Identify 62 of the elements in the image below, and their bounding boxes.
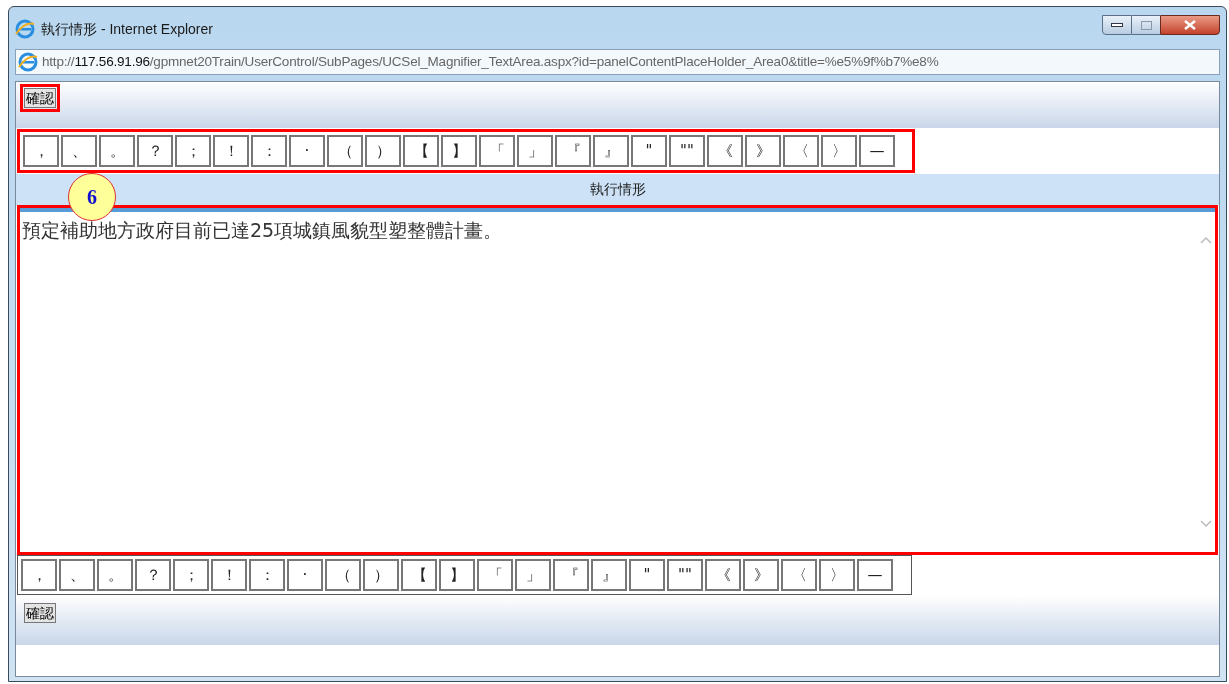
key-button[interactable]: 〉 — [819, 559, 855, 591]
key-button[interactable]: 《 — [705, 559, 741, 591]
key-button[interactable]: ！ — [211, 559, 247, 591]
minimize-icon — [1111, 23, 1123, 27]
key-button[interactable]: （ — [327, 135, 363, 167]
key-button[interactable]: 《 — [707, 135, 743, 167]
key-button[interactable]: （ — [325, 559, 361, 591]
key-button[interactable]: ！ — [213, 135, 249, 167]
key-button[interactable]: 「 — [477, 559, 513, 591]
key-button[interactable]: ？ — [137, 135, 173, 167]
key-button[interactable]: ； — [175, 135, 211, 167]
text-area[interactable]: 預定補助地方政府目前已達25項城鎮風貌型塑整體計畫。 — [17, 205, 1218, 555]
key-button[interactable]: 、 — [59, 559, 95, 591]
key-button[interactable]: 〈 — [783, 135, 819, 167]
key-button[interactable]: ） — [363, 559, 399, 591]
key-button[interactable]: · — [287, 559, 323, 591]
key-button[interactable]: 』 — [591, 559, 627, 591]
key-button[interactable]: ） — [365, 135, 401, 167]
key-button[interactable]: 〉 — [821, 135, 857, 167]
key-button[interactable]: 「 — [479, 135, 515, 167]
confirm-button[interactable]: 確認 — [24, 603, 56, 623]
maximize-icon — [1140, 20, 1152, 30]
key-button[interactable]: 』 — [593, 135, 629, 167]
key-button[interactable]: "" — [669, 135, 705, 167]
key-button[interactable]: "" — [667, 559, 703, 591]
key-button[interactable]: " — [631, 135, 667, 167]
key-button[interactable]: 『 — [555, 135, 591, 167]
key-button[interactable]: 〈 — [781, 559, 817, 591]
address-bar[interactable]: http://117.56.91.96/gpmnet20Train/UserControl/SubPages/UCSel_Magnifier_TextArea.aspx?id=panelContentPlaceHolder_Area0&title=%e5%9f%b7%e8% — [15, 49, 1220, 75]
key-button[interactable]: 》 — [745, 135, 781, 167]
key-button[interactable]: 。 — [97, 559, 133, 591]
close-icon — [1184, 20, 1196, 30]
window-title: 執行情形 - Internet Explorer — [41, 19, 213, 39]
text-value: 預定補助地方政府目前已達25項城鎮風貌型塑整體計畫。 — [22, 219, 503, 241]
key-button[interactable]: 」 — [517, 135, 553, 167]
key-button[interactable]: · — [289, 135, 325, 167]
browser-logo-icon — [18, 52, 38, 72]
key-button[interactable]: ， — [21, 559, 57, 591]
key-button[interactable]: ： — [249, 559, 285, 591]
key-button[interactable]: 、 — [61, 135, 97, 167]
minimize-button[interactable] — [1102, 15, 1132, 35]
key-button[interactable]: 。 — [99, 135, 135, 167]
key-button[interactable]: 【 — [403, 135, 439, 167]
key-button[interactable]: ， — [23, 135, 59, 167]
key-button[interactable]: 】 — [439, 559, 475, 591]
maximize-button[interactable] — [1132, 15, 1160, 35]
key-button[interactable]: — — [857, 559, 893, 591]
key-button[interactable]: 【 — [401, 559, 437, 591]
key-button[interactable]: ； — [173, 559, 209, 591]
scroll-down-icon — [1200, 520, 1212, 528]
scroll-up-icon — [1200, 236, 1212, 244]
key-button[interactable]: — — [859, 135, 895, 167]
browser-logo-icon — [15, 19, 35, 39]
key-button[interactable]: 】 — [441, 135, 477, 167]
key-button[interactable]: ： — [251, 135, 287, 167]
key-button[interactable]: 》 — [743, 559, 779, 591]
key-button[interactable]: " — [629, 559, 665, 591]
key-button[interactable]: ？ — [135, 559, 171, 591]
url-text: http://117.56.91.96/gpmnet20Train/UserControl/SubPages/UCSel_Magnifier_TextArea.aspx?id=panelContentPlaceHolder_Area0&title=%e5%9f%b7%e8% — [42, 52, 939, 71]
key-button[interactable]: 」 — [515, 559, 551, 591]
key-button[interactable]: 『 — [553, 559, 589, 591]
close-button[interactable] — [1160, 15, 1220, 35]
